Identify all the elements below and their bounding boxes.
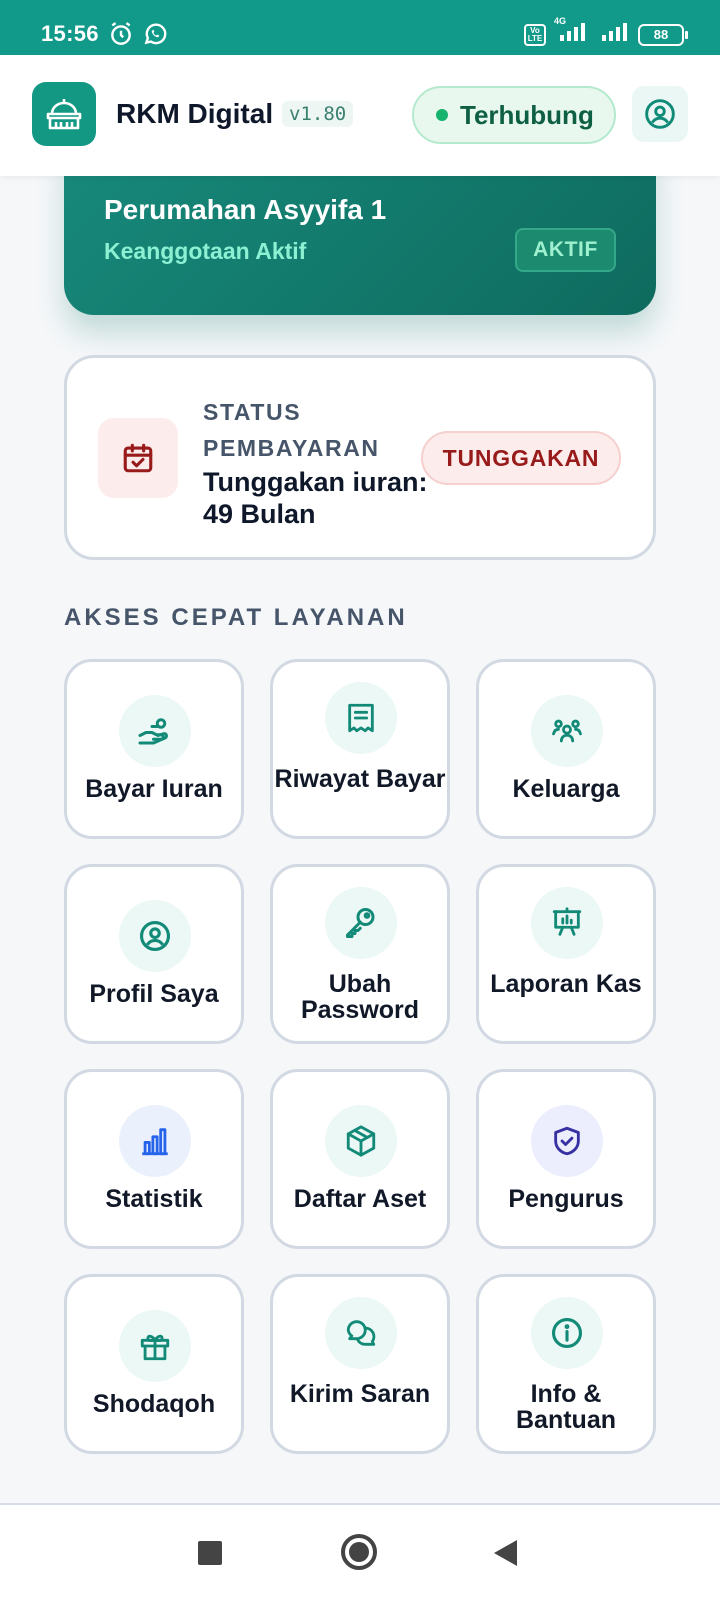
- quick-access-title: AKSES CEPAT LAYANAN: [64, 604, 408, 631]
- calendar-check-icon: [98, 418, 178, 498]
- menu-label: Keluarga: [512, 775, 620, 803]
- battery-icon: 88: [638, 23, 688, 46]
- payment-status-badge: TUNGGAKAN: [421, 431, 621, 485]
- menu-label: Info & Bantuan: [516, 1380, 616, 1434]
- menu-kirim-saran[interactable]: Kirim Saran: [270, 1274, 450, 1454]
- mosque-logo-icon: [32, 82, 96, 146]
- home-button[interactable]: [341, 1534, 377, 1570]
- recents-button[interactable]: [198, 1541, 222, 1565]
- menu-label: Pengurus: [508, 1185, 624, 1213]
- back-button[interactable]: [494, 1540, 517, 1566]
- connection-status-pill: Terhubung: [412, 86, 616, 144]
- hand-coin-icon: [119, 695, 191, 767]
- app-header: RKM Digital v1.80 Terhubung: [0, 55, 720, 176]
- menu-label: Statistik: [105, 1185, 203, 1213]
- signal-icon: [600, 20, 630, 49]
- status-indicators: Vo LTE 4G 88: [524, 16, 688, 49]
- info-circle-icon: [531, 1297, 603, 1369]
- app-title: RKM Digital: [116, 98, 274, 129]
- menu-label: Riwayat Bayar: [274, 765, 446, 793]
- payment-status-label: STATUS PEMBAYARAN: [203, 399, 380, 461]
- network-type-label: 4G: [554, 16, 567, 26]
- menu-label: Laporan Kas: [490, 970, 642, 998]
- menu-label: Profil Saya: [89, 980, 219, 1008]
- menu-label: Ubah Password: [300, 970, 420, 1024]
- family-icon: [531, 695, 603, 767]
- membership-subtitle: Keanggotaan Aktif: [104, 238, 307, 264]
- profile-button[interactable]: [632, 86, 688, 142]
- volte-icon: Vo LTE: [524, 23, 546, 46]
- system-navigation-bar: [0, 1505, 720, 1600]
- version-badge: v1.80: [282, 101, 354, 127]
- receipt-icon: [325, 682, 397, 754]
- battery-level: 88: [653, 27, 669, 42]
- connection-status-text: Terhubung: [460, 99, 594, 130]
- connection-dot-icon: [436, 109, 448, 121]
- menu-profil-saya[interactable]: Profil Saya: [64, 864, 244, 1044]
- menu-daftar-aset[interactable]: Daftar Aset: [270, 1069, 450, 1249]
- payment-status-value: Tunggakan iuran: 49 Bulan: [203, 467, 428, 529]
- menu-shodaqoh[interactable]: Shodaqoh: [64, 1274, 244, 1454]
- whatsapp-icon: [142, 21, 168, 52]
- menu-pengurus[interactable]: Pengurus: [476, 1069, 656, 1249]
- signal-4g-icon: 4G: [554, 16, 592, 49]
- menu-info-bantuan[interactable]: Info & Bantuan: [476, 1274, 656, 1454]
- menu-riwayat-bayar[interactable]: Riwayat Bayar: [270, 659, 450, 839]
- membership-name: Perumahan Asyyifa 1: [104, 194, 387, 225]
- gift-icon: [119, 1310, 191, 1382]
- menu-statistik[interactable]: Statistik: [64, 1069, 244, 1249]
- payment-status-card[interactable]: STATUS PEMBAYARAN Tunggakan iuran: 49 Bu…: [64, 355, 656, 560]
- shield-check-icon: [531, 1105, 603, 1177]
- presentation-chart-icon: [531, 887, 603, 959]
- status-bar: 15:56 Vo LTE 4G 88: [0, 0, 720, 55]
- alarm-icon: [108, 21, 134, 52]
- user-circle-icon: [645, 99, 675, 129]
- menu-bayar-iuran[interactable]: Bayar Iuran: [64, 659, 244, 839]
- user-circle-icon: [119, 900, 191, 972]
- menu-label: Bayar Iuran: [85, 775, 223, 803]
- menu-keluarga[interactable]: Keluarga: [476, 659, 656, 839]
- status-time: 15:56: [41, 21, 99, 46]
- menu-label: Kirim Saran: [289, 1380, 431, 1408]
- box-icon: [325, 1105, 397, 1177]
- menu-laporan-kas[interactable]: Laporan Kas: [476, 864, 656, 1044]
- chat-bubbles-icon: [325, 1297, 397, 1369]
- menu-ubah-password[interactable]: Ubah Password: [270, 864, 450, 1044]
- menu-label: Shodaqoh: [92, 1390, 216, 1418]
- key-icon: [325, 887, 397, 959]
- menu-label: Daftar Aset: [293, 1185, 427, 1213]
- quick-access-grid: Bayar Iuran Riwayat Bayar Keluarga Profi…: [64, 659, 656, 1454]
- bar-chart-icon: [119, 1105, 191, 1177]
- membership-status-badge: AKTIF: [515, 228, 616, 272]
